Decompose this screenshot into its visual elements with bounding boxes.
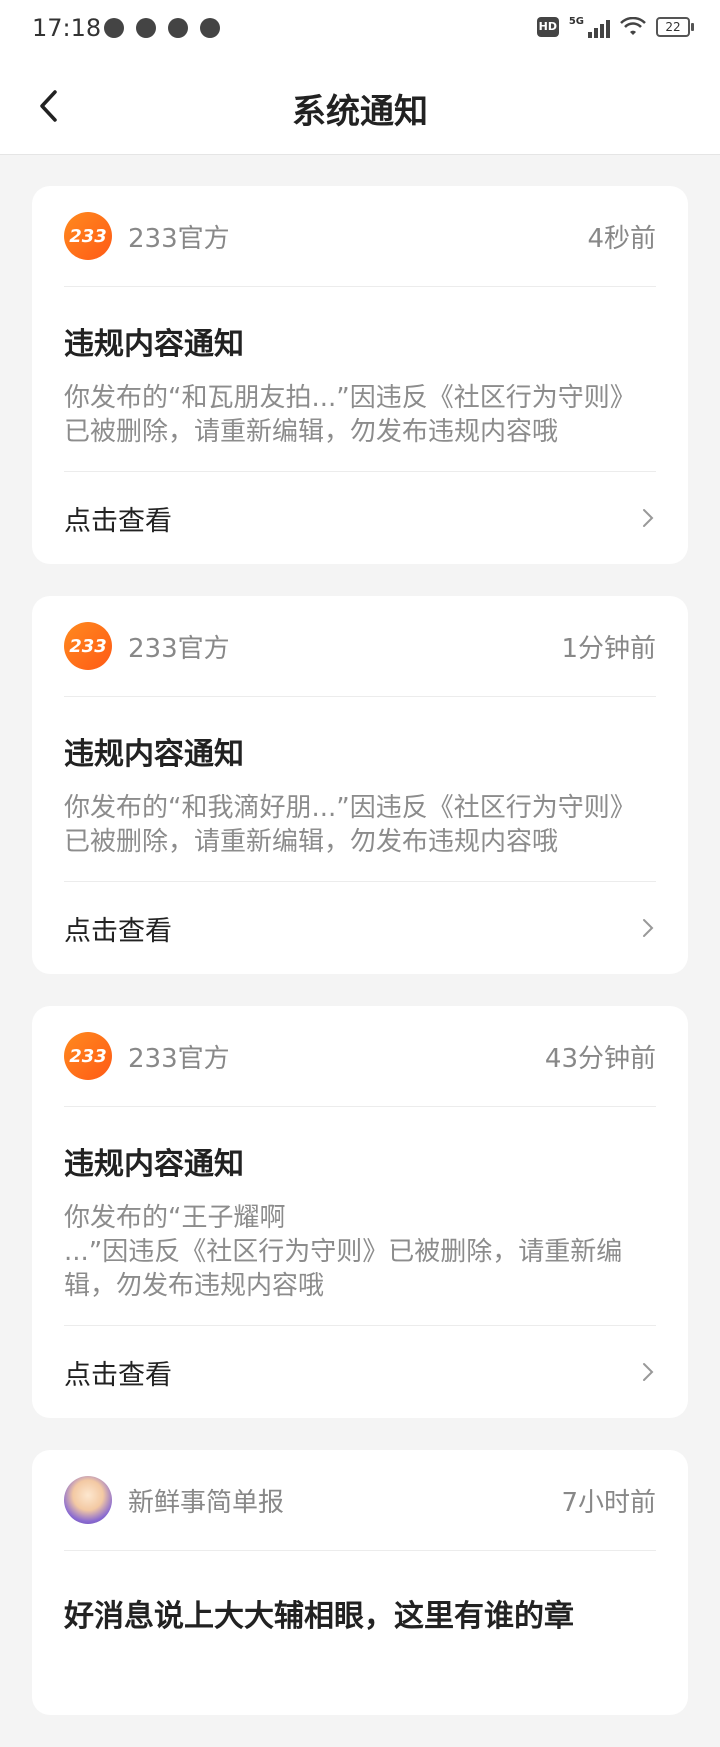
avatar: 233 — [64, 1032, 112, 1080]
status-time: 17:18 — [32, 14, 102, 42]
hd-badge: HD — [536, 17, 559, 37]
avatar: 233 — [64, 622, 112, 670]
notice-text: 你发布的“王子耀啊 ...”因违反《社区行为守则》已被删除，请重新编辑，勿发布违… — [64, 1201, 656, 1303]
app-notification-icon — [136, 18, 156, 38]
notice-text: 你发布的“和我滴好朋...”因违反《社区行为守则》已被删除，请重新编辑，勿发布违… — [64, 793, 636, 857]
notice-text-line: 你发布的“王子耀啊 — [64, 1203, 286, 1233]
card-body: 违规内容通知 你发布的“和我滴好朋...”因违反《社区行为守则》已被删除，请重新… — [64, 697, 656, 882]
card-header: 233 233官方 1分钟前 — [64, 596, 656, 697]
app-notification-icon — [168, 18, 188, 38]
network-type: 5G — [568, 16, 584, 27]
sender-name: 233官方 — [128, 633, 230, 664]
chevron-right-icon — [643, 1363, 654, 1381]
timestamp: 4秒前 — [587, 223, 656, 254]
battery-icon: 22 — [656, 17, 694, 37]
card-body: 违规内容通知 你发布的“和瓦朋友拍...”因违反《社区行为守则》已被删除，请重新… — [64, 287, 656, 472]
notice-text: 你发布的“和瓦朋友拍...”因违反《社区行为守则》已被删除，请重新编辑，勿发布违… — [64, 383, 636, 447]
sender-name: 新鲜事简单报 — [128, 1487, 285, 1518]
notification-list: 233 233官方 4秒前 违规内容通知 你发布的“和瓦朋友拍...”因违反《社… — [32, 186, 688, 1747]
view-details-label: 点击查看 — [64, 1359, 172, 1391]
avatar — [64, 1476, 112, 1524]
notice-title: 违规内容通知 — [64, 737, 244, 772]
card-header: 新鲜事简单报 7小时前 — [64, 1450, 656, 1551]
system-status-icons: HD 5G 22 — [536, 16, 694, 38]
view-details-row[interactable]: 点击查看 — [64, 1326, 656, 1418]
notification-card[interactable]: 新鲜事简单报 7小时前 好消息说上大大辅相眼，这里有谁的章 — [32, 1450, 688, 1715]
chevron-right-icon — [643, 919, 654, 937]
notification-card: 233 233官方 43分钟前 违规内容通知 你发布的“王子耀啊 ...”因违反… — [32, 1006, 688, 1418]
view-details-label: 点击查看 — [64, 505, 172, 537]
notice-title: 违规内容通知 — [64, 1147, 244, 1182]
notice-text-line: ...”因违反《社区行为守则》已被删除，请重新编辑，勿发布违规内容哦 — [64, 1237, 623, 1301]
page-header: 系统通知 — [0, 58, 720, 155]
sender-name: 233官方 — [128, 1043, 230, 1074]
notice-title: 好消息说上大大辅相眼，这里有谁的章 — [64, 1599, 574, 1634]
timestamp: 7小时前 — [561, 1487, 656, 1518]
app-notification-icon — [104, 18, 124, 38]
status-bar: 17:18 HD 5G 22 — [0, 0, 720, 58]
chevron-right-icon — [643, 509, 654, 527]
notice-title: 违规内容通知 — [64, 327, 244, 362]
signal-icon: 5G — [569, 16, 610, 38]
wechat-icon — [200, 18, 220, 38]
timestamp: 43分钟前 — [544, 1043, 656, 1074]
view-details-row[interactable]: 点击查看 — [64, 882, 656, 974]
card-header: 233 233官方 43分钟前 — [64, 1006, 656, 1107]
card-header: 233 233官方 4秒前 — [64, 186, 656, 287]
notification-card: 233 233官方 4秒前 违规内容通知 你发布的“和瓦朋友拍...”因违反《社… — [32, 186, 688, 564]
notification-icons — [104, 18, 220, 38]
wifi-icon — [620, 17, 646, 35]
card-body: 好消息说上大大辅相眼，这里有谁的章 — [64, 1551, 656, 1675]
view-details-label: 点击查看 — [64, 915, 172, 947]
page-title: 系统通知 — [292, 92, 428, 132]
notification-card: 233 233官方 1分钟前 违规内容通知 你发布的“和我滴好朋...”因违反《… — [32, 596, 688, 974]
timestamp: 1分钟前 — [561, 633, 656, 664]
avatar: 233 — [64, 212, 112, 260]
view-details-row[interactable]: 点击查看 — [64, 472, 656, 564]
card-body: 违规内容通知 你发布的“王子耀啊 ...”因违反《社区行为守则》已被删除，请重新… — [64, 1107, 656, 1326]
sender-name: 233官方 — [128, 223, 230, 254]
